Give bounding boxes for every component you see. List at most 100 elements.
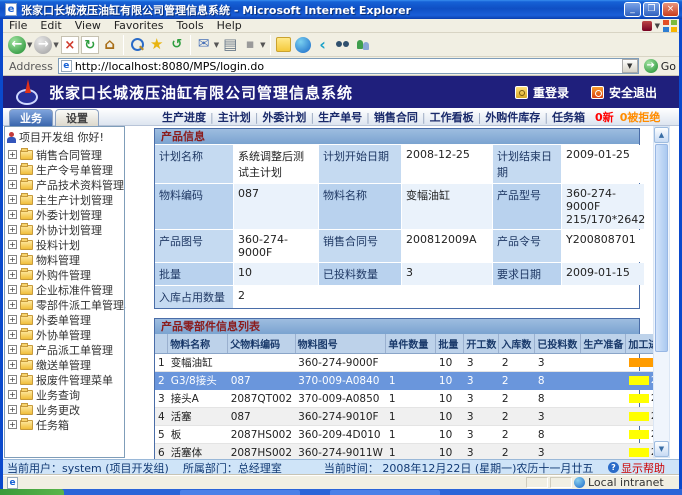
refresh-button[interactable]: ↻	[80, 34, 100, 56]
nav-link-6[interactable]: 工作看板	[430, 109, 474, 125]
history-button[interactable]: ↺	[167, 34, 187, 56]
sidebar-item[interactable]: +零部件派工单管理	[5, 297, 124, 312]
print-button[interactable]: ▤	[220, 34, 240, 56]
sidebar-item[interactable]: +任务箱	[5, 417, 124, 432]
tab-business[interactable]: 业务	[9, 109, 53, 126]
expand-icon[interactable]: +	[8, 300, 17, 309]
table-row[interactable]: 6活塞体2087HS002360-274-9011W11032320 %	[155, 444, 656, 460]
column-header[interactable]: 入库数	[499, 334, 535, 354]
show-help-link[interactable]: ? 显示帮助	[608, 460, 665, 476]
mail-button[interactable]: ✉▼	[194, 34, 220, 56]
browser-addon-icon[interactable]	[642, 21, 652, 31]
nav-link-7[interactable]: 外购件库存	[485, 109, 540, 125]
favorites-button[interactable]: ★	[147, 34, 167, 56]
scroll-up-icon[interactable]: ▲	[654, 127, 669, 143]
sidebar-item[interactable]: +企业标准件管理	[5, 282, 124, 297]
address-field[interactable]: e http://localhost:8080/MPS/login.do ▼	[58, 58, 639, 74]
column-header[interactable]: 生产准备	[581, 334, 626, 354]
expand-icon[interactable]: +	[8, 225, 17, 234]
back-button[interactable]: ←▼	[7, 34, 33, 56]
sidebar-item[interactable]: +外协计划管理	[5, 222, 124, 237]
nav-link-8[interactable]: 任务箱	[552, 109, 585, 125]
expand-icon[interactable]: +	[8, 390, 17, 399]
expand-icon[interactable]: +	[8, 285, 17, 294]
maximize-button[interactable]: ❐	[643, 2, 660, 17]
menu-edit[interactable]: Edit	[40, 19, 61, 32]
expand-icon[interactable]: +	[8, 345, 17, 354]
page-scrollbar[interactable]: ▲ ▼	[653, 126, 670, 458]
expand-icon[interactable]: +	[8, 405, 17, 414]
sidebar-item[interactable]: +销售合同管理	[5, 147, 124, 162]
expand-icon[interactable]: +	[8, 195, 17, 204]
menu-file[interactable]: File	[9, 19, 27, 32]
edit-dropdown-icon[interactable]: ▼	[260, 41, 265, 49]
sidebar-item[interactable]: +外购件管理	[5, 267, 124, 282]
expand-icon[interactable]: +	[8, 360, 17, 369]
expand-icon[interactable]: +	[8, 270, 17, 279]
column-header[interactable]: 已投料数	[535, 334, 581, 354]
expand-icon[interactable]: +	[8, 240, 17, 249]
expand-icon[interactable]: +	[8, 180, 17, 189]
sidebar-item[interactable]: +外委计划管理	[5, 207, 124, 222]
expand-icon[interactable]: +	[8, 150, 17, 159]
column-header[interactable]: 加工进度	[626, 334, 656, 354]
sidebar-item[interactable]: +业务更改	[5, 402, 124, 417]
addon-dropdown-icon[interactable]: ▼	[655, 22, 660, 30]
menu-view[interactable]: View	[75, 19, 101, 32]
sidebar-item[interactable]: +缴送单管理	[5, 357, 124, 372]
sidebar-item[interactable]: +主生产计划管理	[5, 192, 124, 207]
sidebar-item[interactable]: +业务查询	[5, 387, 124, 402]
expand-icon[interactable]: +	[8, 330, 17, 339]
relogin-button[interactable]: 重登录	[515, 84, 569, 101]
stop-button[interactable]: ×	[60, 34, 80, 56]
table-row[interactable]: 2G3/8接头087370-009-A084011032820 %	[155, 372, 656, 390]
sidebar-item[interactable]: +产品派工单管理	[5, 342, 124, 357]
research-button[interactable]	[333, 34, 353, 56]
column-header[interactable]: 开工数	[464, 334, 499, 354]
expand-icon[interactable]: +	[8, 165, 17, 174]
sidebar-item[interactable]: +投料计划	[5, 237, 124, 252]
tab-settings[interactable]: 设置	[55, 109, 99, 126]
nav-link-4[interactable]: 生产单号	[318, 109, 362, 125]
back-dropdown-icon[interactable]: ▼	[27, 41, 32, 49]
menu-favorites[interactable]: Favorites	[114, 19, 164, 32]
expand-icon[interactable]: +	[8, 255, 17, 264]
column-header[interactable]: 单件数量	[386, 334, 436, 354]
logout-button[interactable]: 安全退出	[591, 84, 657, 101]
tree-user-item[interactable]: 项目开发组 你好!	[5, 127, 124, 147]
expand-icon[interactable]: +	[8, 375, 17, 384]
sidebar-item[interactable]: +物料管理	[5, 252, 124, 267]
column-header[interactable]: 物料名称	[168, 334, 228, 354]
expand-icon[interactable]: +	[8, 315, 17, 324]
minimize-button[interactable]: _	[624, 2, 641, 17]
sidebar-item[interactable]: +报废件管理菜单	[5, 372, 124, 387]
close-button[interactable]: ×	[662, 2, 679, 17]
sidebar-item[interactable]: +生产令号单管理	[5, 162, 124, 177]
search-button[interactable]	[127, 34, 147, 56]
web-button[interactable]	[293, 34, 313, 56]
column-header[interactable]: 批量	[436, 334, 464, 354]
media-button[interactable]: ‹	[313, 34, 333, 56]
go-button[interactable]: ➔ Go	[644, 59, 676, 73]
expand-icon[interactable]: +	[8, 420, 17, 429]
forward-dropdown-icon[interactable]: ▼	[53, 41, 58, 49]
nav-link-3[interactable]: 外委计划	[262, 109, 306, 125]
table-row[interactable]: 3接头A2087QT002370-009-A085011032820 %	[155, 390, 656, 408]
contacts-button[interactable]	[353, 34, 373, 56]
expand-icon[interactable]: +	[8, 210, 17, 219]
column-header[interactable]: 父物料编码	[228, 334, 295, 354]
address-dropdown-icon[interactable]: ▼	[622, 59, 638, 73]
edit-button[interactable]: ▪▼	[240, 34, 266, 56]
nav-link-2[interactable]: 主计划	[218, 109, 251, 125]
forward-button[interactable]: →▼	[33, 34, 59, 56]
table-row[interactable]: 1变幅油缸360-274-9000F1032329 %	[155, 354, 656, 372]
table-row[interactable]: 5板2087HS002360-209-4D01011032820 %	[155, 426, 656, 444]
sidebar-item[interactable]: +产品技术资料管理	[5, 177, 124, 192]
scroll-down-icon[interactable]: ▼	[654, 441, 669, 457]
address-url[interactable]: http://localhost:8080/MPS/login.do	[75, 60, 622, 73]
table-row[interactable]: 4活塞087360-274-9010F11032320 %	[155, 408, 656, 426]
mail-dropdown-icon[interactable]: ▼	[214, 41, 219, 49]
sidebar-item[interactable]: +外协单管理	[5, 327, 124, 342]
menu-help[interactable]: Help	[217, 19, 242, 32]
scrollbar-thumb[interactable]	[655, 144, 668, 352]
